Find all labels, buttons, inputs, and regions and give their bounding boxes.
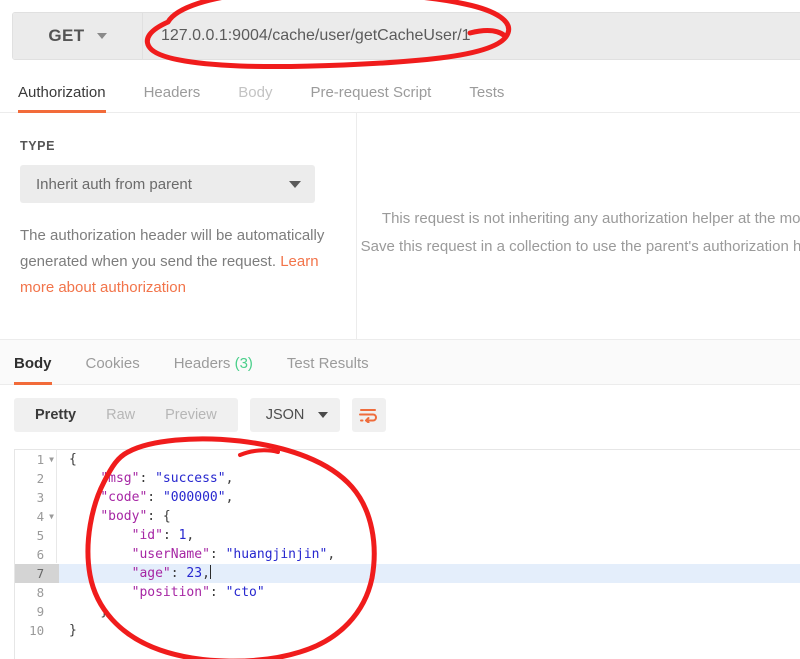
response-format-select[interactable]: JSON bbox=[249, 398, 341, 432]
auth-type-select-value: Inherit auth from parent bbox=[36, 175, 192, 193]
code-line-content: "code": "000000", bbox=[100, 490, 234, 505]
line-number: 9▼ bbox=[15, 602, 59, 621]
chevron-down-icon bbox=[96, 33, 107, 39]
code-line-row[interactable]: 2▼ "msg": "success", bbox=[15, 469, 800, 488]
auth-type-select[interactable]: Inherit auth from parent bbox=[20, 165, 315, 203]
tab-body[interactable]: Body bbox=[238, 84, 272, 112]
code-line-content: { bbox=[69, 452, 77, 467]
tab-body-label: Body bbox=[238, 84, 273, 101]
tab-headers-label: Headers bbox=[143, 84, 201, 101]
tab-tests[interactable]: Tests bbox=[469, 84, 504, 112]
authorization-settings-column: TYPE Inherit auth from parent The author… bbox=[0, 113, 357, 339]
code-line-content: } bbox=[100, 604, 109, 619]
code-line-row[interactable]: 7▼ "age": 23, bbox=[15, 564, 800, 583]
line-number: 6▼ bbox=[15, 545, 59, 564]
response-code-block[interactable]: 1▼{2▼ "msg": "success",3▼ "code": "00000… bbox=[14, 449, 800, 659]
code-line-content: "id": 1, bbox=[131, 528, 195, 543]
http-method-label: GET bbox=[48, 26, 85, 45]
code-line-content: "position": "cto" bbox=[131, 585, 265, 600]
postman-request-response-view: GET 127.0.0.1:9004/cache/user/getCacheUs… bbox=[0, 0, 800, 659]
line-number: 3▼ bbox=[15, 488, 59, 507]
chevron-down-icon bbox=[318, 412, 329, 418]
view-mode-raw[interactable]: Raw bbox=[91, 407, 150, 423]
tab-headers[interactable]: Headers bbox=[144, 84, 201, 112]
tab-authorization-label: Authorization bbox=[18, 84, 106, 101]
response-tab-test-results[interactable]: Test Results bbox=[287, 355, 369, 384]
code-line-content: "age": 23, bbox=[131, 565, 211, 581]
request-url-bar: GET 127.0.0.1:9004/cache/user/getCacheUs… bbox=[12, 12, 800, 60]
response-format-value: JSON bbox=[265, 407, 305, 423]
code-line-row[interactable]: 6▼ "userName": "huangjinjin", bbox=[15, 545, 800, 564]
request-url-input[interactable]: 127.0.0.1:9004/cache/user/getCacheUser/1 bbox=[143, 13, 800, 59]
auth-inherit-notice: This request is not inheriting any autho… bbox=[360, 210, 800, 255]
response-body-toolbar: Pretty Raw Preview JSON bbox=[0, 385, 800, 445]
response-tab-body[interactable]: Body bbox=[14, 355, 52, 385]
code-line-content: } bbox=[69, 623, 77, 638]
chevron-down-icon bbox=[289, 180, 301, 188]
auth-type-label: TYPE bbox=[20, 139, 56, 153]
auth-help-text: The authorization header will be automat… bbox=[20, 223, 330, 301]
response-tab-cookies[interactable]: Cookies bbox=[86, 355, 140, 384]
line-number: 4 ▼ bbox=[15, 507, 59, 526]
tab-pre-request-script[interactable]: Pre-request Script bbox=[310, 84, 431, 112]
tab-tests-label: Tests bbox=[469, 84, 505, 101]
code-line-row[interactable]: 1 ▼ { bbox=[15, 450, 800, 469]
response-tab-body-label: Body bbox=[14, 355, 52, 372]
response-tab-cookies-label: Cookies bbox=[85, 355, 140, 372]
code-line-content: "body": { bbox=[100, 509, 171, 524]
tab-pre-request-script-label: Pre-request Script bbox=[310, 84, 432, 101]
code-line-row[interactable]: 5▼ "id": 1, bbox=[15, 526, 800, 545]
response-tab-test-results-label: Test Results bbox=[286, 355, 369, 372]
authorization-notice-column: This request is not inheriting any autho… bbox=[358, 113, 800, 339]
tab-authorization[interactable]: Authorization bbox=[18, 84, 106, 113]
code-line-content: "userName": "huangjinjin", bbox=[131, 547, 336, 562]
code-line-row[interactable]: 9▼ } bbox=[15, 602, 800, 621]
response-tab-bar: Body Cookies Headers (3) Test Results bbox=[0, 340, 800, 385]
fold-toggle-icon[interactable]: ▼ bbox=[49, 512, 54, 521]
line-number: 2▼ bbox=[15, 469, 59, 488]
response-tab-headers-label: Headers bbox=[173, 355, 231, 372]
auth-help-sentence: The authorization header will be automat… bbox=[20, 227, 325, 270]
code-line-row[interactable]: 3▼ "code": "000000", bbox=[15, 488, 800, 507]
code-line-row[interactable]: 8▼ "position": "cto" bbox=[15, 583, 800, 602]
line-number: 1 ▼ bbox=[15, 450, 59, 469]
code-line-row[interactable]: 4 ▼ "body": { bbox=[15, 507, 800, 526]
word-wrap-icon bbox=[359, 409, 378, 423]
line-number: 5▼ bbox=[15, 526, 59, 545]
http-method-selector[interactable]: GET bbox=[13, 13, 143, 59]
authorization-panel: TYPE Inherit auth from parent The author… bbox=[0, 113, 800, 339]
fold-toggle-icon[interactable]: ▼ bbox=[49, 455, 54, 464]
response-headers-count: (3) bbox=[234, 355, 253, 372]
code-line-row[interactable]: 10▼} bbox=[15, 621, 800, 640]
view-mode-pretty[interactable]: Pretty bbox=[20, 407, 91, 423]
line-number: 7▼ bbox=[15, 564, 59, 583]
indent-guide bbox=[56, 449, 57, 563]
response-view-mode-group: Pretty Raw Preview bbox=[14, 398, 238, 432]
line-number: 10▼ bbox=[15, 621, 59, 640]
request-tab-bar: Authorization Headers Body Pre-request S… bbox=[0, 71, 800, 113]
request-url-bar-area: GET 127.0.0.1:9004/cache/user/getCacheUs… bbox=[0, 0, 800, 71]
request-url-value: 127.0.0.1:9004/cache/user/getCacheUser/1 bbox=[161, 27, 471, 44]
view-mode-preview[interactable]: Preview bbox=[150, 407, 232, 423]
line-number: 8▼ bbox=[15, 583, 59, 602]
response-tab-headers[interactable]: Headers (3) bbox=[174, 355, 253, 384]
code-line-content: "msg": "success", bbox=[100, 471, 234, 486]
word-wrap-toggle-button[interactable] bbox=[352, 398, 387, 432]
